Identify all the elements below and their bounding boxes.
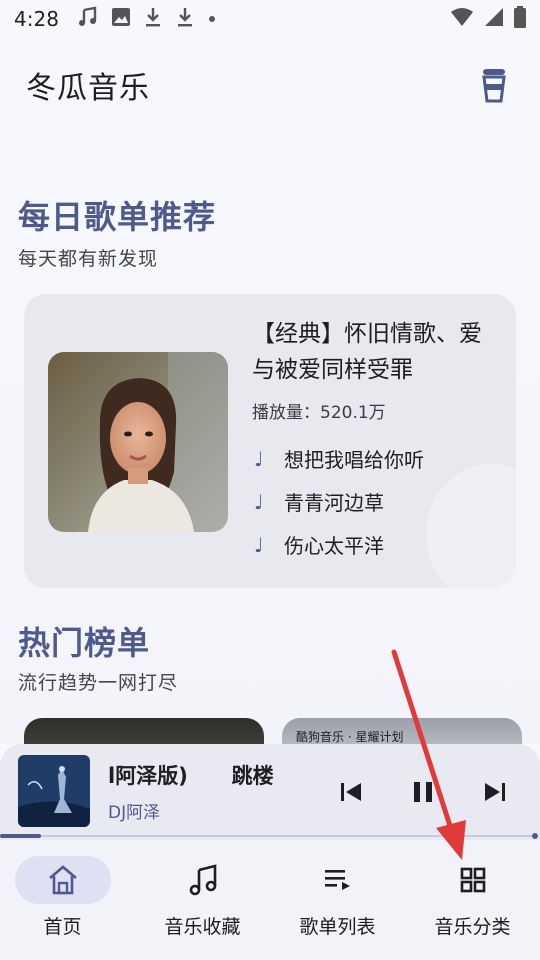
bottom-navigation: 首页 音乐收藏 歌单列表 音乐分类: [0, 840, 540, 960]
music-note-icon: ♩: [254, 446, 264, 471]
pause-button[interactable]: [405, 774, 441, 810]
wifi-icon: [450, 7, 474, 31]
status-time: 4:28: [14, 7, 59, 31]
playlist-cover: [48, 352, 228, 532]
chart-card[interactable]: 酷狗音乐 · 星耀计划: [282, 718, 522, 744]
song-title: 想把我唱给你听: [284, 448, 424, 472]
status-system-icons: [450, 6, 526, 32]
home-content[interactable]: 每日歌单推荐 每天都有新发现 【经典】怀旧情歌、爱与被爱同样受罪 播放量：520…: [0, 132, 540, 744]
music-collection-icon: [135, 864, 270, 896]
image-icon: [111, 7, 131, 31]
home-icon: [0, 864, 125, 896]
app-bar: 冬瓜音乐: [0, 38, 540, 132]
mini-player[interactable]: l阿泽版) 跳楼 DJ阿泽: [0, 744, 540, 840]
playlist-title: 【经典】怀旧情歌、爱与被爱同样受罪: [252, 321, 482, 383]
song-item[interactable]: ♩ 想把我唱给你听: [254, 444, 424, 473]
download-icon: [143, 6, 163, 32]
charts-section-subtitle: 流行趋势一网打尽: [18, 672, 179, 694]
next-button[interactable]: [477, 774, 513, 810]
cup-icon: [482, 69, 506, 103]
charts-section-title: 热门榜单: [18, 624, 151, 662]
cup-button[interactable]: [474, 65, 514, 105]
playlist-icon: [270, 864, 405, 896]
category-grid-icon: [405, 864, 540, 896]
daily-playlist-card[interactable]: 【经典】怀旧情歌、爱与被爱同样受罪 播放量：520.1万 ♩ 想把我唱给你听 ♩…: [24, 294, 516, 588]
nav-music-category[interactable]: 音乐分类: [405, 840, 540, 960]
nav-music-collection[interactable]: 音乐收藏: [135, 840, 270, 960]
nav-label: 音乐分类: [434, 916, 511, 938]
now-playing-title: l阿泽版) 跳楼: [108, 764, 274, 788]
download-icon: [175, 6, 195, 32]
song-title: 伤心太平洋: [284, 534, 384, 558]
nav-playlist[interactable]: 歌单列表: [270, 840, 405, 960]
song-item[interactable]: ♩ 伤心太平洋: [254, 530, 384, 559]
nav-label: 音乐收藏: [164, 916, 241, 938]
nav-home[interactable]: 首页: [0, 840, 135, 960]
status-notification-icons: [77, 6, 217, 32]
music-note-icon: ♩: [254, 489, 264, 514]
daily-section-title: 每日歌单推荐: [18, 198, 217, 236]
now-playing-title-area: l阿泽版) 跳楼: [108, 760, 298, 794]
pause-icon: [414, 782, 432, 802]
chart-card-label: 酷狗音乐 · 星耀计划: [296, 730, 404, 744]
playback-progress[interactable]: [0, 833, 540, 839]
nav-label: 首页: [43, 916, 82, 938]
skip-previous-icon: [341, 783, 361, 801]
progress-end-dot: [532, 833, 538, 839]
song-title: 青青河边草: [284, 491, 384, 515]
skip-next-icon: [485, 783, 505, 801]
app-title: 冬瓜音乐: [26, 71, 150, 106]
dot-icon: [207, 10, 217, 28]
music-note-icon: ♩: [254, 532, 264, 557]
playlist-plays: 播放量：520.1万: [252, 403, 386, 423]
status-bar: 4:28: [0, 0, 540, 38]
daily-section-subtitle: 每天都有新发现: [18, 248, 159, 270]
now-playing-cover: [18, 755, 90, 827]
clipped-previous-row: [0, 132, 540, 134]
previous-button[interactable]: [333, 774, 369, 810]
music-note-icon: [77, 6, 99, 32]
now-playing-artist: DJ阿泽: [108, 803, 161, 823]
signal-icon: [484, 7, 504, 31]
chart-card[interactable]: [24, 718, 264, 744]
song-item[interactable]: ♩ 青青河边草: [254, 487, 384, 516]
progress-fill: [0, 834, 41, 838]
nav-label: 歌单列表: [299, 916, 376, 938]
battery-icon: [514, 6, 526, 32]
progress-track: [0, 835, 536, 837]
